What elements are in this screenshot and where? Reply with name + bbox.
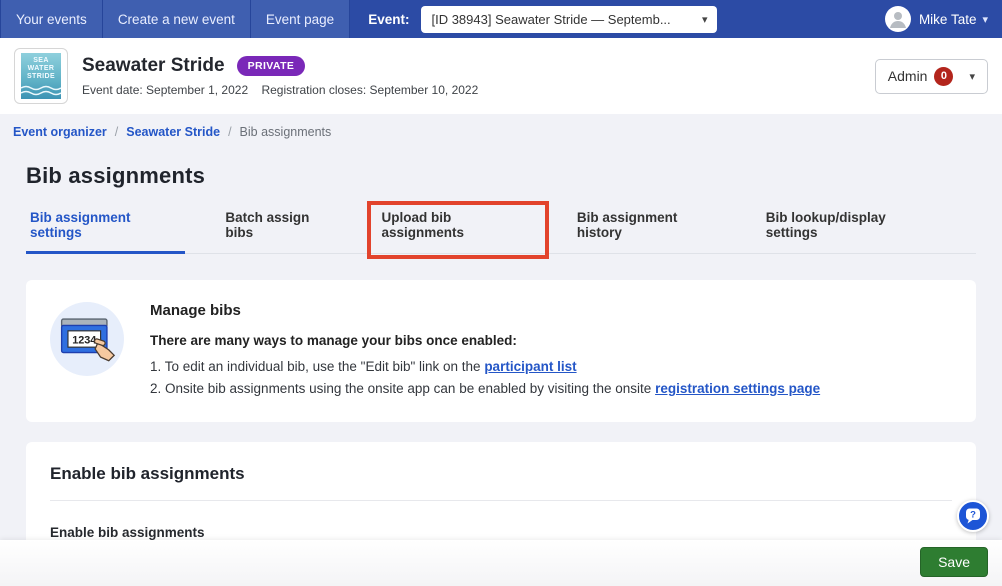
tab-label: Bib assignment settings (30, 210, 131, 240)
person-icon (885, 6, 911, 32)
user-menu[interactable]: Mike Tate ▾ (885, 6, 1002, 32)
nav-item-create-event[interactable]: Create a new event (103, 0, 251, 38)
nav-item-label: Your events (16, 12, 87, 27)
tab-label: Upload bib assignments (381, 210, 464, 240)
svg-text:?: ? (970, 510, 976, 521)
manage-bibs-list: 1. To edit an individual bib, use the "E… (150, 356, 820, 400)
enable-section-heading: Enable bib assignments (50, 464, 952, 484)
tab-bib-assignment-settings[interactable]: Bib assignment settings (26, 204, 185, 254)
save-bar: Save (0, 540, 1002, 586)
admin-label: Admin (888, 68, 928, 84)
question-mark-icon: ? (963, 506, 983, 526)
event-date: Event date: September 1, 2022 (82, 83, 248, 97)
tab-upload-bib-assignments[interactable]: Upload bib assignments (377, 204, 536, 253)
help-button[interactable]: ? (957, 500, 989, 532)
breadcrumb-separator: / (115, 125, 118, 139)
waves-icon (21, 85, 61, 97)
breadcrumb-current: Bib assignments (240, 125, 332, 139)
nav-item-event-page[interactable]: Event page (251, 0, 350, 38)
event-header: SEA WATER STRIDE Seawater Stride PRIVATE… (0, 38, 1002, 114)
event-logo: SEA WATER STRIDE (14, 48, 68, 104)
enable-toggle-label: Enable bib assignments (50, 525, 952, 540)
event-dates: Event date: September 1, 2022 Registrati… (82, 83, 478, 97)
tab-bib-lookup-display-settings[interactable]: Bib lookup/display settings (762, 204, 940, 253)
manage-bibs-intro: There are many ways to manage your bibs … (150, 333, 820, 348)
registration-settings-link[interactable]: registration settings page (655, 381, 820, 396)
event-selected-value: [ID 38943] Seawater Stride — Septemb... (431, 12, 670, 27)
tab-batch-assign-bibs[interactable]: Batch assign bibs (221, 204, 341, 253)
save-button[interactable]: Save (920, 547, 988, 577)
user-name: Mike Tate (919, 12, 977, 27)
event-logo-poster: SEA WATER STRIDE (21, 53, 61, 99)
bib-illustration-icon: 1234 (50, 302, 124, 376)
list-item-text: 2. Onsite bib assignments using the onsi… (150, 381, 655, 396)
bib-number-icon: 1234 (58, 315, 116, 363)
admin-dropdown-button[interactable]: Admin 0 ▾ (875, 59, 988, 94)
pointing-hand-icon (94, 338, 114, 360)
svg-text:1234: 1234 (72, 335, 96, 347)
list-item-text: 1. To edit an individual bib, use the "E… (150, 359, 484, 374)
list-item: 2. Onsite bib assignments using the onsi… (150, 378, 820, 400)
registration-closes: Registration closes: September 10, 2022 (261, 83, 478, 97)
tab-label: Bib lookup/display settings (766, 210, 886, 240)
event-title: Seawater Stride (82, 55, 225, 77)
tab-label: Batch assign bibs (225, 210, 309, 240)
breadcrumb-event-organizer[interactable]: Event organizer (13, 125, 107, 139)
nav-item-label: Event page (266, 12, 334, 27)
top-navbar: Your events Create a new event Event pag… (0, 0, 1002, 38)
tab-bib-assignment-history[interactable]: Bib assignment history (573, 204, 726, 253)
page-title: Bib assignments (26, 163, 976, 189)
breadcrumb: Event organizer / Seawater Stride / Bib … (0, 114, 1002, 150)
breadcrumb-separator: / (228, 125, 231, 139)
manage-bibs-card: 1234 Manage bibs There are many ways to … (26, 280, 976, 422)
event-selector-label: Event: (368, 12, 409, 27)
private-badge: PRIVATE (237, 56, 306, 76)
tab-label: Bib assignment history (577, 210, 678, 240)
chevron-down-icon: ▾ (982, 13, 988, 26)
logo-text: STRIDE (27, 73, 55, 81)
avatar (885, 6, 911, 32)
manage-bibs-title: Manage bibs (150, 302, 820, 319)
participant-list-link[interactable]: participant list (484, 359, 576, 374)
nav-item-your-events[interactable]: Your events (0, 0, 103, 38)
list-item: 1. To edit an individual bib, use the "E… (150, 356, 820, 378)
logo-text: WATER (28, 65, 55, 73)
admin-count-badge: 0 (934, 67, 953, 86)
tab-bar: Bib assignment settings Batch assign bib… (26, 204, 976, 254)
logo-text: SEA (33, 57, 49, 65)
chevron-down-icon: ▾ (702, 13, 708, 26)
chevron-down-icon: ▾ (969, 70, 975, 83)
event-selector-dropdown[interactable]: [ID 38943] Seawater Stride — Septemb... … (421, 6, 717, 33)
divider (50, 500, 952, 501)
nav-item-label: Create a new event (118, 12, 235, 27)
breadcrumb-seawater-stride[interactable]: Seawater Stride (126, 125, 220, 139)
